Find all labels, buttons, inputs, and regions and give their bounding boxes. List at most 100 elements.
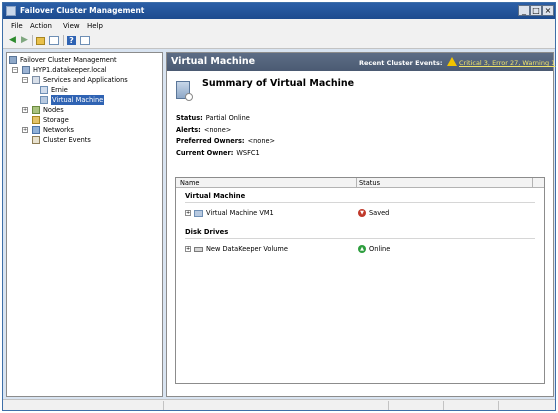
tree-services-label: Services and Applications (43, 76, 128, 84)
app-window: Failover Cluster Management _ □ × File A… (2, 2, 556, 411)
forward-icon[interactable]: ▶ (19, 35, 30, 46)
row-status-label: Online (369, 245, 391, 253)
warning-icon (447, 57, 457, 66)
toolbar-separator (63, 35, 64, 46)
toolbar-separator (32, 35, 33, 46)
status-property: Status: Partial Online (176, 114, 250, 122)
online-status-icon: ▲ (358, 245, 366, 253)
row-status-vm1: ▼ Saved (358, 209, 389, 217)
current-owner-property: Current Owner: WSFC1 (176, 149, 260, 157)
alerts-label: Alerts: (176, 126, 201, 134)
resource-grid: Name Status Virtual Machine + Virtual Mac… (175, 177, 545, 384)
status-bar-segment (443, 401, 444, 410)
title-bar: Failover Cluster Management _ □ × (3, 3, 555, 19)
close-button[interactable]: × (542, 5, 554, 16)
tree-root-label: Failover Cluster Management (20, 56, 117, 64)
menu-action[interactable]: Action (30, 22, 52, 30)
status-bar-segment (163, 401, 164, 410)
virtual-machine-icon (194, 209, 203, 217)
status-bar-segment (498, 401, 499, 410)
column-divider[interactable] (532, 178, 533, 188)
minimize-button[interactable]: _ (518, 5, 530, 16)
application-icon (40, 86, 48, 94)
grid-header: Name Status (176, 178, 544, 188)
group-divider (185, 238, 535, 239)
menu-view[interactable]: View (63, 22, 80, 30)
toolbar: ◀ ▶ ? (3, 33, 555, 49)
group-title-virtual-machine: Virtual Machine (185, 192, 246, 200)
console-tree-icon[interactable] (49, 36, 59, 45)
expand-icon[interactable]: + (22, 107, 28, 113)
cluster-manager-icon (9, 56, 17, 64)
maximize-button[interactable]: □ (530, 5, 542, 16)
networks-icon (32, 126, 40, 134)
results-pane: Virtual Machine Recent Cluster Events: C… (166, 52, 555, 397)
tree-virtual-machine[interactable]: Virtual Machine (9, 95, 159, 105)
summary-title: Summary of Virtual Machine (202, 78, 355, 89)
saved-status-icon: ▼ (358, 209, 366, 217)
status-bar (3, 399, 555, 410)
recent-events-label: Recent Cluster Events: (359, 59, 443, 67)
tree-services[interactable]: − Services and Applications (9, 75, 159, 85)
collapse-icon[interactable]: − (12, 67, 18, 73)
menu-file[interactable]: File (11, 22, 23, 30)
tree-ernie-label: Ernie (51, 86, 68, 94)
row-status-label: Saved (369, 209, 390, 217)
help-icon[interactable]: ? (67, 36, 76, 45)
status-value: Partial Online (205, 114, 250, 122)
tree-ernie[interactable]: Ernie (9, 85, 159, 95)
current-owner-value: WSFC1 (236, 149, 260, 157)
expand-icon[interactable]: + (22, 127, 28, 133)
recent-events-link[interactable]: Critical 3, Error 27, Warning 1 (459, 59, 555, 67)
tree-cluster-events-label: Cluster Events (43, 136, 91, 144)
group-title-disk-drives: Disk Drives (185, 228, 229, 236)
preferred-owners-property: Preferred Owners: <none> (176, 137, 275, 145)
tree-root[interactable]: Failover Cluster Management (9, 55, 159, 65)
tree-storage-label: Storage (43, 116, 69, 124)
menu-bar: File Action View Help (3, 19, 555, 33)
alerts-property: Alerts: <none> (176, 126, 231, 134)
collapse-icon[interactable]: − (22, 77, 28, 83)
column-header-name[interactable]: Name (180, 178, 199, 188)
back-icon[interactable]: ◀ (7, 35, 18, 46)
console-tree: Failover Cluster Management − HYP1.datak… (6, 52, 163, 397)
app-icon (6, 6, 16, 16)
tree-nodes[interactable]: + Nodes (9, 105, 159, 115)
tree-storage[interactable]: Storage (9, 115, 159, 125)
expand-icon[interactable]: + (185, 210, 191, 216)
menu-help[interactable]: Help (87, 22, 103, 30)
column-header-status[interactable]: Status (359, 178, 380, 188)
row-name-label: New DataKeeper Volume (206, 245, 288, 253)
tree-networks[interactable]: + Networks (9, 125, 159, 135)
services-icon (32, 76, 40, 84)
expand-icon[interactable]: + (185, 246, 191, 252)
alerts-value: <none> (203, 126, 232, 134)
column-divider[interactable] (356, 178, 357, 188)
cluster-icon (22, 66, 30, 74)
folder-up-icon[interactable] (36, 37, 45, 45)
events-icon (32, 136, 40, 144)
preferred-owners-value: <none> (247, 137, 276, 145)
current-owner-label: Current Owner: (176, 149, 234, 157)
virtual-machine-summary-icon (176, 81, 193, 101)
preferred-owners-label: Preferred Owners: (176, 137, 245, 145)
pane-title: Virtual Machine (171, 56, 256, 67)
window-title: Failover Cluster Management (20, 6, 145, 15)
group-divider (185, 202, 535, 203)
grid-row-vm1[interactable]: + Virtual Machine VM1 (185, 209, 274, 217)
row-status-datakeeper-volume: ▲ Online (358, 245, 390, 253)
tree-networks-label: Networks (43, 126, 74, 134)
pane-header: Virtual Machine Recent Cluster Events: C… (167, 53, 555, 71)
tree-cluster-events[interactable]: Cluster Events (9, 135, 159, 145)
storage-icon (32, 116, 40, 124)
tree-cluster-label: HYP1.datakeeper.local (33, 66, 107, 74)
grid-row-datakeeper-volume[interactable]: + New DataKeeper Volume (185, 245, 288, 253)
status-bar-segment (388, 401, 389, 410)
tree-virtual-machine-label: Virtual Machine (51, 95, 105, 105)
nodes-icon (32, 106, 40, 114)
row-name-label: Virtual Machine VM1 (206, 209, 274, 217)
action-pane-icon[interactable] (80, 36, 90, 45)
tree-nodes-label: Nodes (43, 106, 64, 114)
status-overlay-icon (185, 93, 193, 101)
tree-cluster[interactable]: − HYP1.datakeeper.local (9, 65, 159, 75)
